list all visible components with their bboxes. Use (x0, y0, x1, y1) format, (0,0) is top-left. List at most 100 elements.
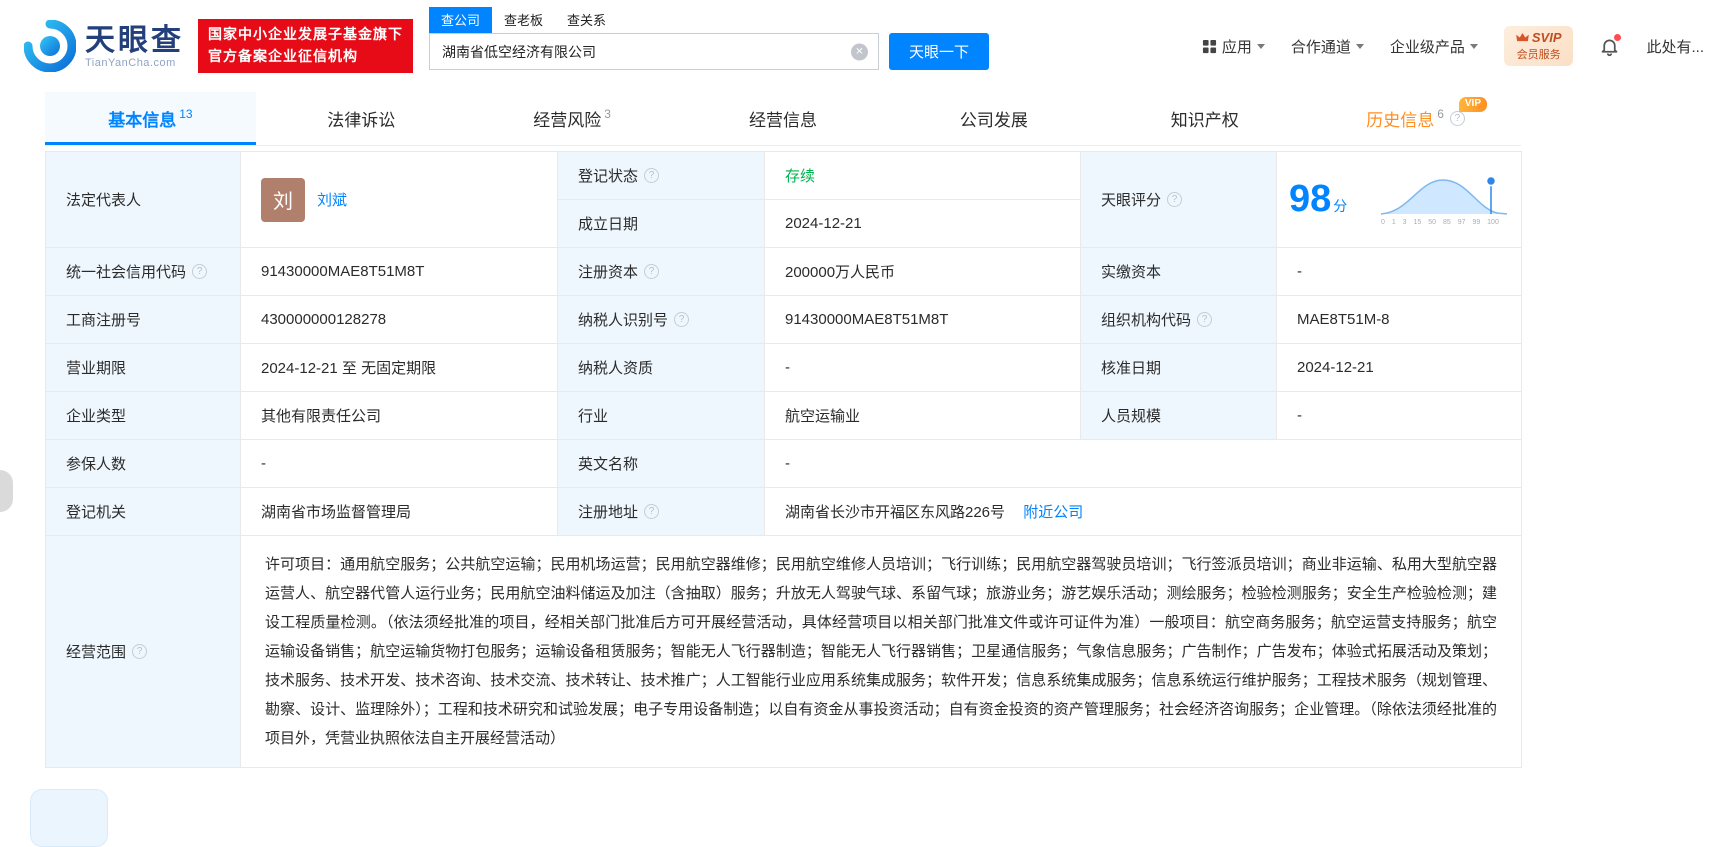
help-icon[interactable] (1449, 111, 1465, 126)
label-reg-number: 工商注册号 (45, 295, 241, 344)
reg-authority-value: 湖南省市场监督管理局 (261, 504, 412, 521)
approval-date-value: 2024-12-21 (1297, 359, 1374, 376)
label-org-code: 组织机构代码 (1080, 295, 1277, 344)
label-english-name: 英文名称 (557, 439, 765, 488)
legal-rep-avatar[interactable]: 刘 (261, 177, 305, 222)
insured-count-value: - (261, 455, 266, 472)
clear-icon[interactable] (851, 43, 868, 60)
search-tab-boss[interactable]: 查老板 (492, 7, 555, 33)
cert-badge: 国家中小企业发展子基金旗下 官方备案企业征信机构 (198, 19, 413, 73)
brand-name: 天眼查 (85, 23, 184, 57)
value-score[interactable]: 98 分 0 1 3 15 50 85 97 99 100 (1276, 151, 1522, 248)
search-tab-relation[interactable]: 查关系 (555, 7, 618, 33)
help-icon[interactable] (1197, 312, 1213, 327)
establish-date-label: 成立日期 (578, 216, 639, 233)
search-block: 查公司 查老板 查关系 天眼一下 (429, 7, 990, 70)
search-button[interactable]: 天眼一下 (889, 33, 990, 70)
insured-count-label: 参保人数 (66, 456, 127, 473)
side-drawer-handle[interactable] (0, 470, 13, 512)
org-code-label: 组织机构代码 (1101, 312, 1192, 329)
svip-title: SVIP (1531, 30, 1562, 45)
help-icon[interactable] (1167, 192, 1183, 207)
help-icon[interactable] (674, 312, 690, 327)
label-business-scope: 经营范围 (45, 535, 241, 768)
floating-widget[interactable] (30, 789, 108, 847)
help-icon[interactable] (192, 264, 208, 279)
help-icon[interactable] (644, 504, 660, 519)
label-legal-rep: 法定代表人 (45, 151, 241, 248)
tab-company-development[interactable]: 公司发展 (888, 92, 1099, 145)
nav-enterprise-products[interactable]: 企业级产品 (1390, 36, 1478, 57)
tab-business-risk[interactable]: 经营风险 3 (467, 92, 678, 145)
table-row: 企业类型 其他有限责任公司 行业 航空运输业 人员规模 - (45, 391, 1522, 440)
score-unit: 分 (1333, 198, 1348, 214)
business-scope-label: 经营范围 (66, 644, 127, 661)
chevron-down-icon (1355, 43, 1364, 49)
value-reg-status: 存续 (764, 151, 1081, 200)
tab-label: 法律诉讼 (327, 111, 396, 130)
nav-apps[interactable]: 应用 (1202, 36, 1265, 57)
help-icon[interactable] (132, 644, 148, 659)
more-text[interactable]: 此处有... (1646, 36, 1704, 57)
nav-cooperation[interactable]: 合作通道 (1291, 36, 1364, 57)
tab-history-info[interactable]: 历史信息 6 VIP (1310, 92, 1521, 145)
reg-number-value: 430000000128278 (261, 311, 387, 328)
search-input[interactable] (429, 33, 879, 70)
staff-size-value: - (1297, 407, 1302, 424)
search-tab-company[interactable]: 查公司 (429, 7, 493, 33)
table-row: 参保人数 - 英文名称 - (45, 439, 1522, 488)
tab-basic-info[interactable]: 基本信息 13 (45, 92, 256, 145)
label-paid-capital: 实缴资本 (1080, 247, 1277, 296)
english-name-value: - (785, 455, 790, 472)
paid-capital-value: - (1297, 263, 1302, 280)
business-scope-text: 许可项目：通用航空服务；公共航空运输；民用机场运营；民用航空器维修；民用航空维修… (265, 556, 1497, 747)
tab-legal-proceedings[interactable]: 法律诉讼 (256, 92, 467, 145)
label-credit-code: 统一社会信用代码 (45, 247, 241, 296)
tab-label: 基本信息 (108, 111, 177, 130)
value-insured-count: - (240, 439, 558, 488)
tab-business-info[interactable]: 经营信息 (678, 92, 889, 145)
header-right: 应用 合作通道 企业级产品 SVIP 会员服务 此处有... (1202, 26, 1704, 66)
label-taxpayer-quality: 纳税人资质 (557, 343, 765, 392)
reg-capital-value: 200000万人民币 (785, 264, 896, 281)
tab-count: 13 (179, 106, 193, 121)
credit-code-label: 统一社会信用代码 (66, 264, 187, 281)
section-tabbar: 基本信息 13 法律诉讼 经营风险 3 经营信息 公司发展 知识产权 历史信息 … (45, 92, 1521, 146)
help-icon[interactable] (644, 264, 660, 279)
company-info-table: 法定代表人 刘 刘斌 登记状态 存续 天眼评分 98分 (45, 151, 1522, 768)
label-reg-capital: 注册资本 (557, 247, 765, 296)
svip-member-badge[interactable]: SVIP 会员服务 (1503, 26, 1574, 66)
credit-code-value: 91430000MAE8T51M8T (261, 263, 425, 280)
english-name-label: 英文名称 (578, 456, 639, 473)
value-industry: 航空运输业 (764, 391, 1081, 440)
score-label: 天眼评分 (1101, 192, 1162, 209)
notification-bell-icon[interactable] (1599, 33, 1622, 57)
reg-status-label: 登记状态 (578, 168, 639, 185)
tab-count: 3 (604, 106, 611, 121)
nav-cooperation-label: 合作通道 (1290, 38, 1351, 56)
label-business-term: 营业期限 (45, 343, 241, 392)
apps-grid-icon (1202, 39, 1216, 53)
tab-intellectual-property[interactable]: 知识产权 (1099, 92, 1310, 145)
legal-rep-name-link[interactable]: 刘斌 (317, 189, 347, 210)
business-term-label: 营业期限 (66, 360, 127, 377)
value-staff-size: - (1276, 391, 1522, 440)
label-establish-date: 成立日期 (557, 199, 765, 248)
nearby-companies-link[interactable]: 附近公司 (1023, 504, 1083, 521)
tianyancha-logo[interactable]: 天眼查 TianYanCha.com (24, 20, 184, 72)
value-taxpayer-quality: - (764, 343, 1081, 392)
tab-label: 经营风险 (533, 111, 602, 130)
help-icon[interactable] (644, 168, 660, 183)
company-type-value: 其他有限责任公司 (261, 408, 382, 425)
chevron-down-icon (1469, 43, 1478, 49)
taxpayer-id-label: 纳税人识别号 (578, 312, 669, 329)
score-curve-chart (1380, 175, 1508, 215)
label-reg-status: 登记状态 (557, 151, 765, 200)
brand-domain: TianYanCha.com (85, 56, 176, 69)
table-row: 统一社会信用代码 91430000MAE8T51M8T 注册资本 200000万… (45, 247, 1522, 296)
logo-icon (24, 20, 76, 72)
cert-line2: 官方备案企业征信机构 (208, 48, 358, 64)
status-text: 存续 (785, 168, 816, 185)
value-credit-code: 91430000MAE8T51M8T (240, 247, 558, 296)
tab-count: 6 (1437, 106, 1444, 121)
